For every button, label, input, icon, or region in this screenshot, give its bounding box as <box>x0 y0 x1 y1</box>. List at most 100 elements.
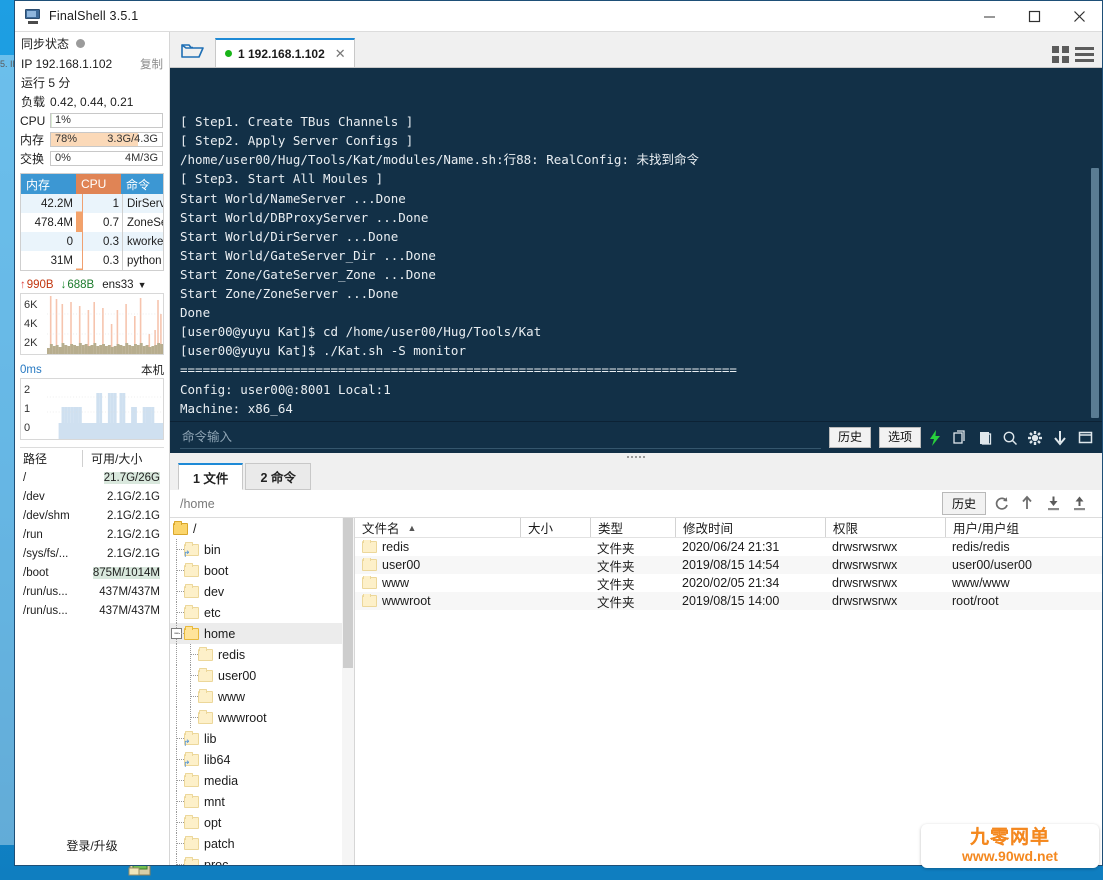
open-folder-icon[interactable] <box>170 34 215 67</box>
tree-node[interactable]: redis <box>170 644 354 665</box>
tree-node-label: user00 <box>218 668 257 683</box>
maximize-button[interactable] <box>1012 1 1057 32</box>
tree-node-label: redis <box>218 647 246 662</box>
menu-icon[interactable] <box>1075 47 1094 62</box>
tree-node[interactable]: etc <box>170 602 354 623</box>
refresh-icon[interactable] <box>990 493 1012 515</box>
lightning-icon[interactable] <box>924 427 946 449</box>
upload-icon[interactable] <box>1068 493 1090 515</box>
process-mem: 0 <box>66 235 73 248</box>
tree-scrollbar[interactable] <box>342 518 354 865</box>
table-row[interactable]: www 文件夹 2020/02/05 21:34 drwsrwsrwx www/… <box>355 574 1102 592</box>
process-row[interactable]: 0 0.3 kworker/0 <box>21 232 163 251</box>
process-row[interactable]: 478.4M 0.7 ZoneServe <box>21 213 163 232</box>
col-header-permissions[interactable]: 权限 <box>825 518 945 537</box>
tree-scroll-thumb[interactable] <box>343 518 353 668</box>
close-button[interactable] <box>1057 1 1102 32</box>
tree-guide <box>170 560 184 581</box>
process-col-cmd[interactable]: 命令 <box>121 174 163 194</box>
tree-node-label: dev <box>204 584 225 599</box>
download-icon[interactable] <box>1049 427 1071 449</box>
terminal-scrollbar[interactable] <box>1088 68 1102 421</box>
chevron-down-icon[interactable]: ▼ <box>138 280 147 290</box>
tree-node[interactable]: user00 <box>170 665 354 686</box>
disk-row[interactable]: /sys/fs/... 2.1G/2.1G <box>20 544 164 563</box>
disk-size: 2.1G/2.1G <box>106 490 160 503</box>
disk-row[interactable]: /run 2.1G/2.1G <box>20 525 164 544</box>
terminal-line: [user00@yuyu Kat]$ cd /home/user00/Hug/T… <box>180 324 542 340</box>
expander-icon[interactable]: − <box>171 628 182 639</box>
col-header-filename[interactable]: 文件名 ▲ <box>355 518 520 537</box>
finalshell-window: FinalShell 3.5.1 同步状态 IP 192.168.1.102 复… <box>14 0 1103 866</box>
pane-splitter[interactable] <box>170 453 1102 460</box>
folder-icon <box>184 625 199 640</box>
process-command: ZoneServe <box>122 213 163 232</box>
tree-node[interactable]: patch <box>170 833 354 854</box>
tree-node[interactable]: / <box>170 518 354 539</box>
paste-icon[interactable] <box>974 427 996 449</box>
tree-node[interactable]: opt <box>170 812 354 833</box>
file-owner-cell: root/root <box>952 594 999 608</box>
copy-icon[interactable] <box>949 427 971 449</box>
file-type-cell: 文件夹 <box>597 541 635 556</box>
table-row[interactable]: wwwroot 文件夹 2019/08/15 14:00 drwsrwsrwx … <box>355 592 1102 610</box>
process-col-mem[interactable]: 内存 <box>21 174 76 194</box>
path-history-button[interactable]: 历史 <box>941 492 986 515</box>
tree-node[interactable]: proc <box>170 854 354 865</box>
tree-node[interactable]: − home <box>170 623 354 644</box>
login-upgrade-button[interactable]: 登录/升级 <box>15 825 169 865</box>
network-interface-name[interactable]: ens33 <box>102 279 133 291</box>
terminal-history-button[interactable]: 历史 <box>828 427 871 448</box>
lat-ytick-2: 0 <box>24 421 31 434</box>
terminal-output[interactable]: [ Step1. Create TBus Channels ] [ Step2. … <box>170 68 1102 421</box>
process-row[interactable]: 31M 0.3 python <box>21 251 163 270</box>
tree-node[interactable]: boot <box>170 560 354 581</box>
tree-node[interactable]: ↱ lib64 <box>170 749 354 770</box>
copy-ip-button[interactable]: 复制 <box>140 56 163 72</box>
tree-node[interactable]: media <box>170 770 354 791</box>
close-tab-icon[interactable]: ✕ <box>335 46 346 62</box>
process-col-cpu[interactable]: CPU <box>76 174 121 194</box>
col-header-modified[interactable]: 修改时间 <box>675 518 825 537</box>
tab-files[interactable]: 1 文件 <box>178 463 244 490</box>
meter-percent: 1% <box>55 114 71 126</box>
minimize-button[interactable] <box>967 1 1012 32</box>
window-icon[interactable] <box>1074 427 1096 449</box>
search-icon[interactable] <box>999 427 1021 449</box>
tree-node[interactable]: wwwroot <box>170 707 354 728</box>
file-owner-cell: www/www <box>952 576 1010 590</box>
col-header-size[interactable]: 大小 <box>520 518 590 537</box>
command-input[interactable] <box>180 426 821 449</box>
path-input[interactable] <box>170 495 942 512</box>
latency-target[interactable]: 本机 <box>141 362 164 378</box>
tree-node-label: / <box>193 521 197 536</box>
disk-row[interactable]: /dev 2.1G/2.1G <box>20 487 164 506</box>
disk-row[interactable]: /boot 875M/1014M <box>20 563 164 582</box>
disk-col-size: 可用/大小 <box>82 449 164 467</box>
disk-row[interactable]: /run/us... 437M/437M <box>20 601 164 620</box>
grid-view-icon[interactable] <box>1052 46 1069 63</box>
tree-node[interactable]: dev <box>170 581 354 602</box>
process-row[interactable]: 42.2M 1 DirServer. <box>21 194 163 213</box>
tree-node[interactable]: www <box>170 686 354 707</box>
download-icon[interactable] <box>1042 493 1064 515</box>
disk-row[interactable]: /run/us... 437M/437M <box>20 582 164 601</box>
tree-guide <box>184 686 198 707</box>
terminal-line: Start Zone/ZoneServer ...Done <box>180 286 399 302</box>
table-row[interactable]: redis 文件夹 2020/06/24 21:31 drwsrwsrwx re… <box>355 538 1102 556</box>
disk-row[interactable]: /dev/shm 2.1G/2.1G <box>20 506 164 525</box>
tree-node[interactable]: ↱ bin <box>170 539 354 560</box>
connection-tab[interactable]: 1 192.168.1.102 ✕ <box>215 38 355 67</box>
table-row[interactable]: user00 文件夹 2019/08/15 14:54 drwsrwsrwx u… <box>355 556 1102 574</box>
gear-icon[interactable] <box>1024 427 1046 449</box>
terminal-line: ========================================… <box>180 418 1102 421</box>
col-header-type[interactable]: 类型 <box>590 518 675 537</box>
disk-row[interactable]: / 21.7G/26G <box>20 468 164 487</box>
terminal-scroll-thumb[interactable] <box>1091 168 1099 418</box>
tree-node[interactable]: mnt <box>170 791 354 812</box>
up-icon[interactable] <box>1016 493 1038 515</box>
tab-commands[interactable]: 2 命令 <box>245 463 311 490</box>
col-header-owner[interactable]: 用户/用户组 <box>945 518 1102 537</box>
terminal-options-button[interactable]: 选项 <box>878 427 921 448</box>
tree-node[interactable]: ↱ lib <box>170 728 354 749</box>
